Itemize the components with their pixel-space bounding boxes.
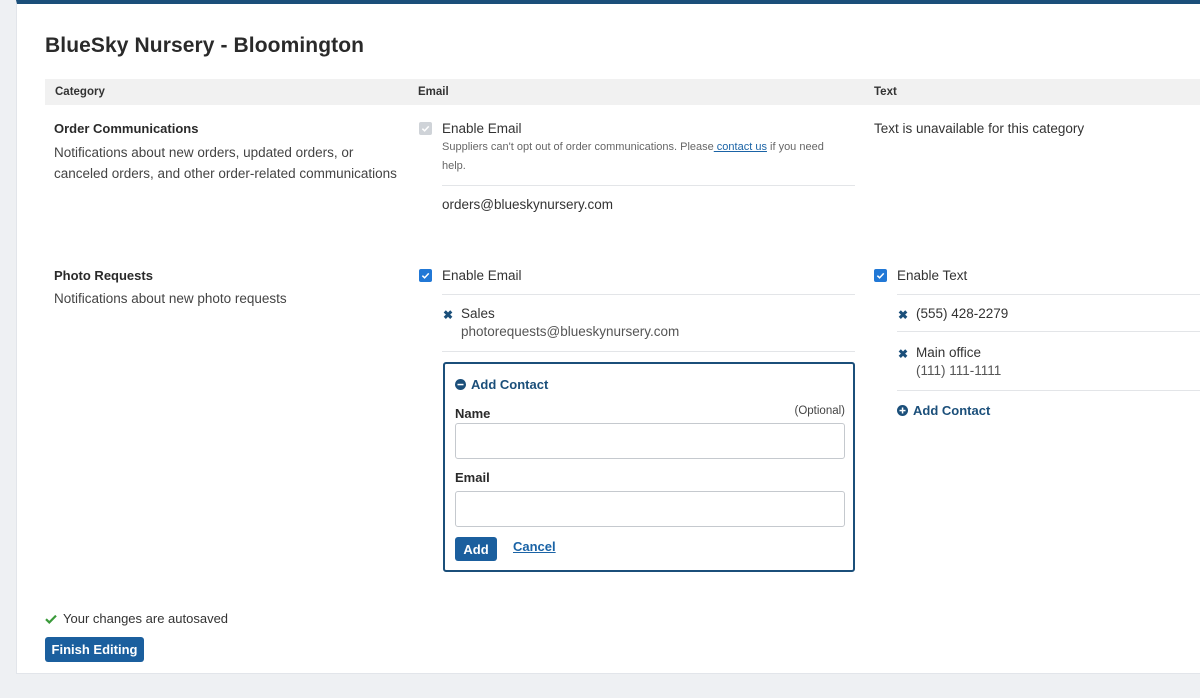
cancel-link[interactable]: Cancel: [513, 539, 556, 554]
category-description-photo: Notifications about new photo requests: [54, 291, 287, 306]
minus-circle-icon: [455, 379, 466, 390]
remove-contact-icon[interactable]: ✖: [443, 309, 453, 321]
remove-contact-icon[interactable]: ✖: [898, 348, 908, 360]
settings-card: BlueSky Nursery - Bloomington Category E…: [16, 0, 1200, 674]
divider: [897, 294, 1200, 295]
enable-email-checkbox-photo[interactable]: [419, 269, 432, 282]
enable-email-label-photo: Enable Email: [442, 268, 522, 283]
add-contact-form: Add Contact Name (Optional) Email Add Ca…: [443, 362, 855, 572]
divider: [897, 390, 1200, 391]
contact-email-input[interactable]: [455, 491, 845, 527]
text-contact-name: Main office: [916, 345, 982, 360]
name-label: Name: [455, 406, 491, 421]
enable-email-label-order: Enable Email: [442, 121, 522, 136]
add-text-contact-link[interactable]: Add Contact: [897, 403, 990, 418]
text-contact-name: (555) 428-2279: [916, 306, 1009, 321]
remove-contact-icon[interactable]: ✖: [898, 309, 908, 321]
plus-circle-icon: [897, 405, 908, 416]
opt-out-note: Suppliers can't opt out of order communi…: [442, 141, 824, 172]
category-description-order: Notifications about new orders, updated …: [54, 145, 397, 181]
enable-text-checkbox-photo[interactable]: [874, 269, 887, 282]
checkmark-icon: [45, 614, 57, 624]
enable-email-checkbox-order[interactable]: [419, 122, 432, 135]
check-icon: [421, 125, 430, 132]
text-contact-value: (111) 111-1111: [916, 363, 1002, 378]
text-unavailable-message: Text is unavailable for this category: [874, 121, 1085, 136]
email-contact-value: photorequests@blueskynursery.com: [461, 324, 680, 339]
contact-us-link[interactable]: contact us: [714, 141, 767, 153]
column-header-text: Text: [874, 86, 897, 98]
email-label: Email: [455, 470, 490, 485]
category-name-order: Order Communications: [54, 121, 199, 136]
table-header: Category Email Text: [45, 79, 1200, 105]
email-contact-name: Sales: [461, 306, 495, 321]
divider: [442, 185, 855, 186]
column-header-email: Email: [418, 86, 449, 98]
collapse-add-contact-toggle[interactable]: Add Contact: [455, 377, 548, 392]
finish-editing-button[interactable]: Finish Editing: [45, 637, 144, 662]
add-button[interactable]: Add: [455, 537, 497, 561]
divider: [442, 294, 855, 295]
order-email-address: orders@blueskynursery.com: [442, 197, 614, 212]
autosave-status: Your changes are autosaved: [45, 611, 228, 626]
contact-name-input[interactable]: [455, 423, 845, 459]
column-header-category: Category: [55, 86, 105, 98]
divider: [442, 351, 855, 352]
category-name-photo: Photo Requests: [54, 268, 153, 283]
check-icon: [421, 272, 430, 279]
page-title: BlueSky Nursery - Bloomington: [45, 34, 365, 57]
enable-text-label-photo: Enable Text: [897, 268, 968, 283]
optional-label: (Optional): [794, 405, 846, 417]
check-icon: [876, 272, 885, 279]
divider: [897, 331, 1200, 332]
